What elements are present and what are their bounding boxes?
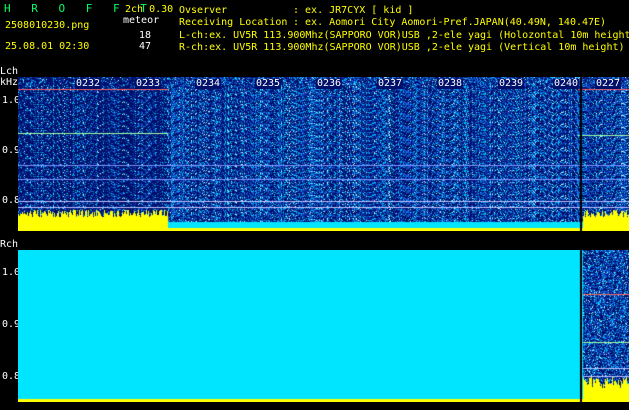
rch-spectrogram (18, 250, 629, 402)
lch-label: Lch (0, 66, 19, 77)
header: H R O F F T 2ch 0.30 2508010230.png mete… (0, 0, 629, 66)
time-tick: 0237 (376, 78, 404, 89)
lch-spectrogram (18, 77, 629, 231)
meteor-label: meteor (123, 15, 160, 26)
lch-spectrogram-canvas (18, 77, 629, 231)
rch-spectrogram-canvas (18, 250, 629, 402)
time-tick: 0236 (315, 78, 343, 89)
location-label: Receiving Location (179, 17, 288, 28)
y-axis-column (0, 66, 18, 410)
location-value: : ex. Aomori City Aomori-Pref.JAPAN(40.4… (293, 17, 607, 28)
time-tick: 0232 (74, 78, 102, 89)
time-tick: 0239 (497, 78, 525, 89)
time-tick: 0227 (594, 78, 622, 89)
time-tick: 0240 (552, 78, 580, 89)
rch-description: R-ch:ex. UV5R 113.900Mhz(SAPPORO VOR)USB… (179, 42, 625, 53)
lch-description: L-ch:ex. UV5R 113.900Mhz(SAPPORO VOR)USB… (179, 30, 629, 41)
lch-unit: kHz (0, 77, 19, 88)
time-tick: 0238 (436, 78, 464, 89)
app-version: 2ch 0.30 (125, 4, 174, 15)
observer-label: Ovserver (179, 5, 228, 16)
rch-meteor-count: 47 (139, 41, 152, 52)
time-tick: 0235 (254, 78, 282, 89)
lch-meteor-count: 18 (139, 30, 152, 41)
observer-value: : ex. JR7CYX [ kid ] (293, 5, 414, 16)
time-tick: 0233 (134, 78, 162, 89)
observation-datetime: 25.08.01 02:30 (5, 41, 90, 52)
time-axis: 0232 0233 0234 0235 0236 0237 0238 0239 … (18, 79, 629, 89)
rch-label: Rch (0, 239, 19, 250)
image-filename: 2508010230.png (5, 20, 90, 31)
time-tick: 0234 (194, 78, 222, 89)
